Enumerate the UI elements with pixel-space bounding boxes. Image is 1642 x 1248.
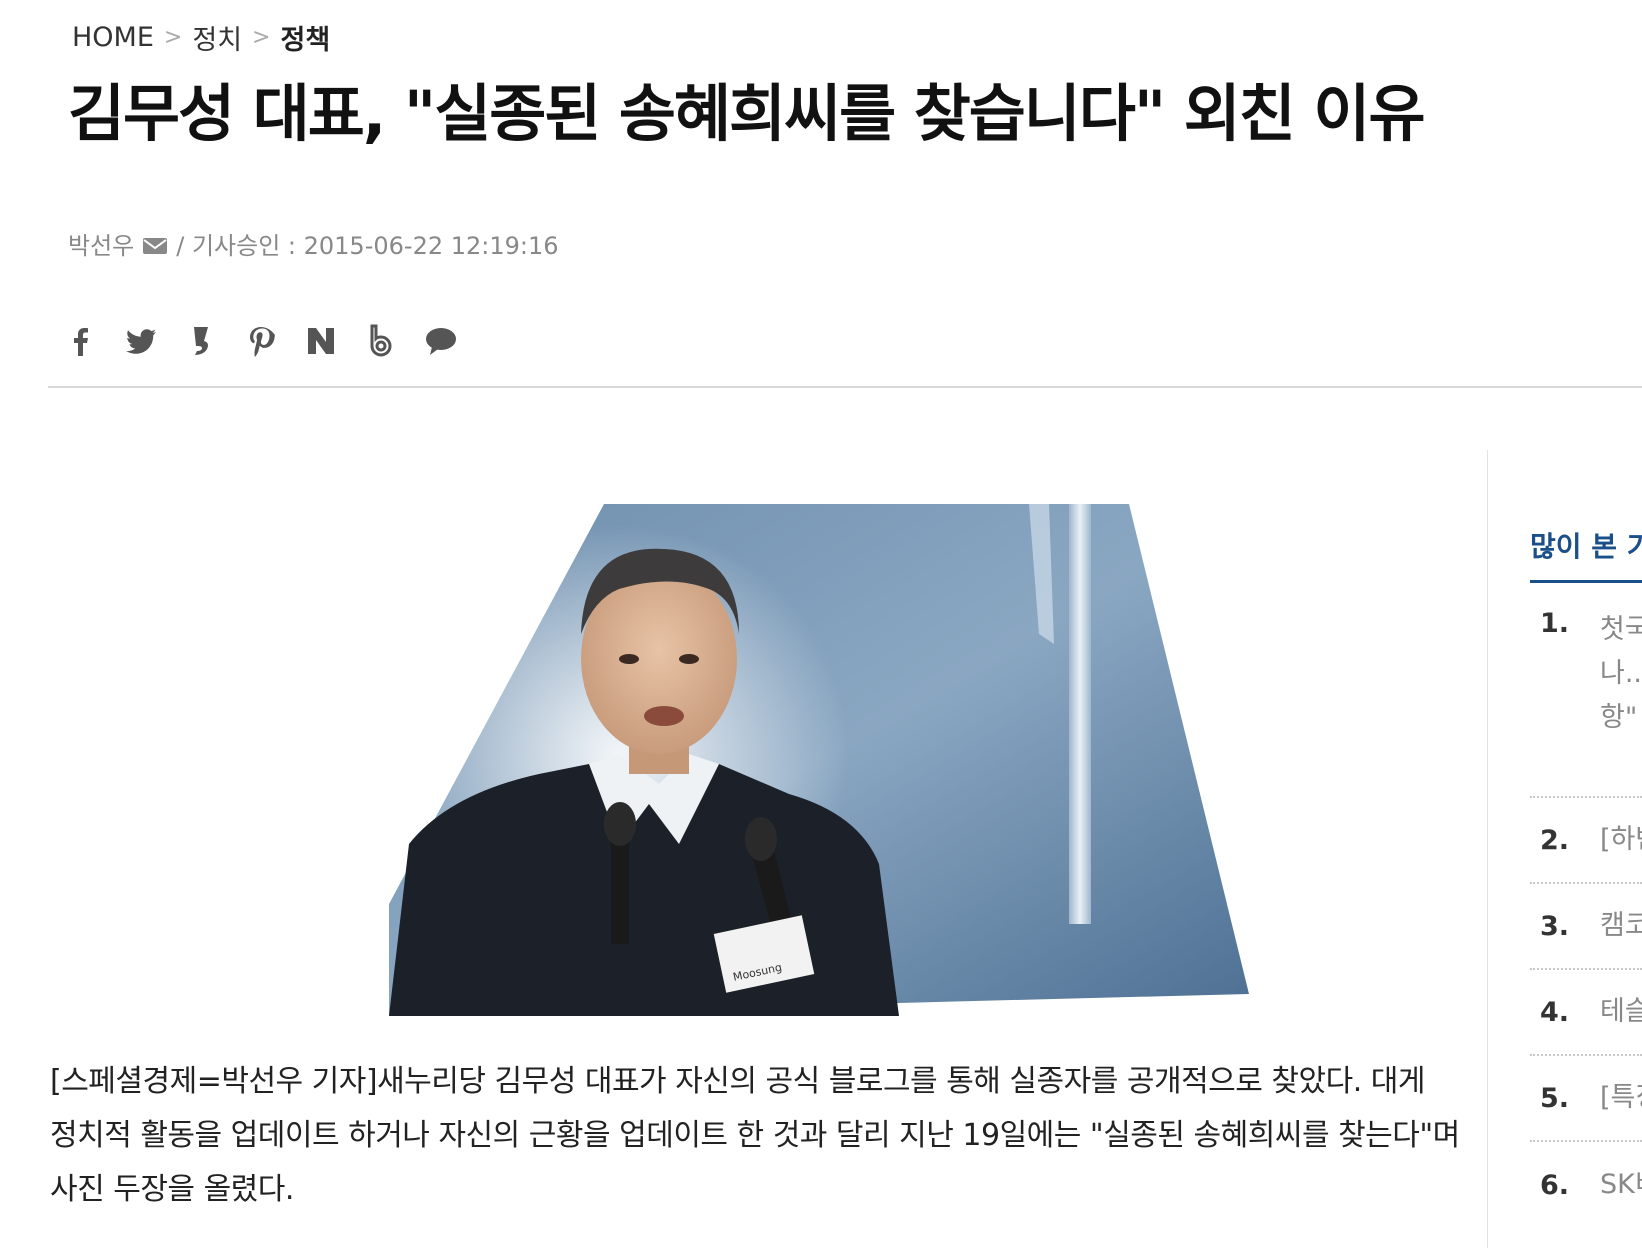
item-rank: 5. — [1540, 1082, 1570, 1114]
article-photo[interactable]: Moosung — [389, 504, 1249, 1016]
header-divider — [48, 386, 1642, 388]
breadcrumb-politics-link[interactable]: 정치 — [192, 18, 242, 57]
item-headline: 테슬 — [1600, 996, 1642, 1027]
breadcrumb: HOME > 정치 > 정책 — [72, 18, 330, 57]
most-viewed-item-1[interactable]: 1. 첫국 나.. 항" — [1530, 600, 1642, 798]
breadcrumb-separator: > — [252, 25, 271, 50]
mail-icon[interactable] — [142, 234, 168, 254]
facebook-icon[interactable] — [62, 322, 100, 360]
breadcrumb-home-link[interactable]: HOME — [72, 22, 154, 53]
item-headline: 첫국 나.. 항" — [1600, 608, 1642, 796]
item-rank: 6. — [1540, 1169, 1570, 1201]
item-rank: 2. — [1540, 824, 1570, 856]
most-viewed-item-3[interactable]: 3. 캠코 — [1530, 884, 1642, 970]
pinterest-icon[interactable] — [242, 322, 280, 360]
item-rank: 4. — [1540, 996, 1570, 1028]
article-byline: 박선우 / 기사승인 : 2015-06-22 12:19:16 — [68, 226, 559, 261]
column-divider — [1487, 450, 1488, 1248]
author-name[interactable]: 박선우 — [68, 226, 134, 261]
naver-icon[interactable] — [302, 322, 340, 360]
item-headline: SK비 — [1600, 1169, 1642, 1200]
item-headline-line: 항" — [1600, 702, 1638, 733]
most-viewed-item-5[interactable]: 5. [특징 — [1530, 1056, 1642, 1142]
twitter-icon[interactable] — [122, 322, 160, 360]
most-viewed-item-2[interactable]: 2. [하반 — [1530, 798, 1642, 884]
article-approval-time: / 기사승인 : 2015-06-22 12:19:16 — [176, 232, 559, 260]
most-viewed-title: 많이 본 기 — [1530, 530, 1642, 563]
kakaotalk-icon[interactable] — [422, 322, 460, 360]
most-viewed-item-4[interactable]: 4. 테슬 — [1530, 970, 1642, 1056]
breadcrumb-policy-link[interactable]: 정책 — [280, 18, 330, 57]
item-headline-line: 나.. — [1600, 658, 1642, 689]
kakaostory-icon[interactable] — [182, 322, 220, 360]
most-viewed-item-6[interactable]: 6. SK비 — [1530, 1142, 1642, 1228]
most-viewed-list: 1. 첫국 나.. 항" 2. [하반 3. 캠코 4. 테슬 5. [특징 6… — [1530, 600, 1642, 1228]
share-bar — [62, 322, 460, 360]
item-rank: 1. — [1540, 608, 1570, 639]
breadcrumb-separator: > — [163, 25, 183, 50]
article-title: 김무성 대표, "실종된 송혜희씨를 찾습니다" 외친 이유 — [68, 77, 1426, 150]
item-headline: [특징 — [1600, 1082, 1642, 1113]
item-headline: 캠코 — [1600, 910, 1642, 941]
band-icon[interactable] — [362, 322, 400, 360]
most-viewed-underline — [1530, 580, 1642, 583]
item-headline-line: 첫국 — [1600, 614, 1642, 645]
article-body: [스페셜경제=박선우 기자]새누리당 김무성 대표가 자신의 공식 블로그를 통… — [50, 1064, 1460, 1207]
item-headline: [하반 — [1600, 824, 1642, 855]
item-rank: 3. — [1540, 910, 1570, 942]
